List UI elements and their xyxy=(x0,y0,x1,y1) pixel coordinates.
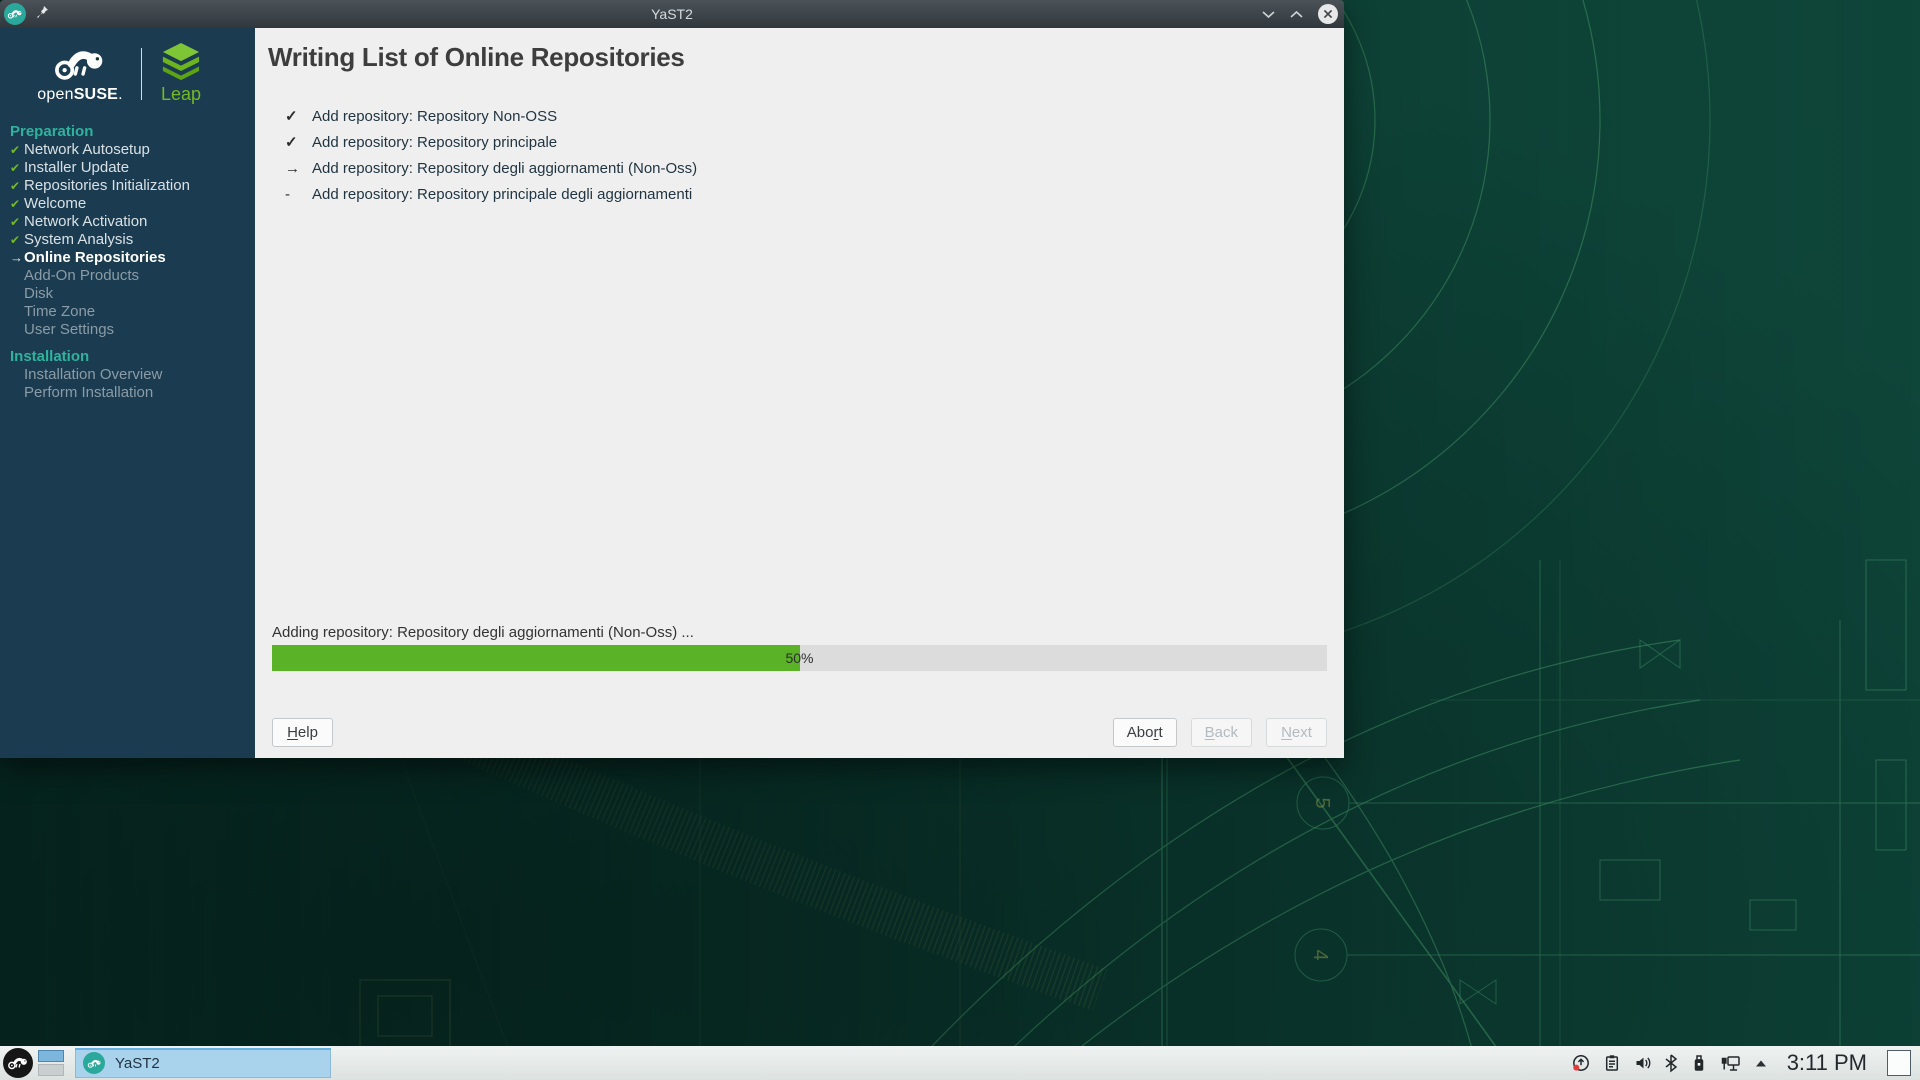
taskbar: YaST2 xyxy=(0,1046,1920,1080)
step-current-arrow-icon: → xyxy=(10,249,24,267)
yast2-window: YaST2 xyxy=(0,0,1344,758)
system-tray: 3:11 PM xyxy=(1571,1050,1920,1076)
task-row: ✓Add repository: Repository principale xyxy=(255,129,1344,155)
step-section-installation: Installation xyxy=(10,348,251,366)
show-desktop-button[interactable] xyxy=(1887,1050,1911,1076)
sidebar-step-welcome: ✔Welcome xyxy=(10,195,251,213)
maximize-button[interactable] xyxy=(1289,10,1304,19)
task-label: Add repository: Repository degli aggiorn… xyxy=(312,160,697,177)
step-label: Welcome xyxy=(24,195,86,213)
wizard-buttons: Help Abort Back Next xyxy=(255,671,1344,758)
opensuse-wordmark: openSUSE. xyxy=(37,86,122,104)
step-label: Repositories Initialization xyxy=(24,177,190,195)
task-done-check-icon: ✓ xyxy=(285,133,312,151)
back-button[interactable]: Back xyxy=(1191,718,1252,747)
task-label: YaST2 xyxy=(115,1055,160,1072)
step-label: Time Zone xyxy=(24,303,95,321)
sidebar-step-time-zone: Time Zone xyxy=(10,303,251,321)
task-done-check-icon: ✓ xyxy=(285,107,312,125)
sidebar-step-disk: Disk xyxy=(10,285,251,303)
bluetooth-icon[interactable] xyxy=(1664,1053,1678,1073)
task-label: Add repository: Repository principale xyxy=(312,134,557,151)
titlebar[interactable]: YaST2 xyxy=(0,0,1344,28)
task-row: -Add repository: Repository principale d… xyxy=(255,181,1344,207)
step-done-check-icon: ✔ xyxy=(10,141,24,159)
step-done-check-icon: ✔ xyxy=(10,231,24,249)
step-label: Network Activation xyxy=(24,213,147,231)
abort-button[interactable]: Abort xyxy=(1113,718,1177,747)
expand-tray-icon[interactable] xyxy=(1753,1057,1769,1069)
step-done-check-icon: ✔ xyxy=(10,177,24,195)
task-list: ✓Add repository: Repository Non-OSS✓Add … xyxy=(255,103,1344,207)
step-label: Installer Update xyxy=(24,159,129,177)
virtual-desktop-pager[interactable] xyxy=(38,1050,64,1076)
progress-bar: 50% xyxy=(272,645,1327,671)
step-label: User Settings xyxy=(24,321,114,339)
brand-area: openSUSE. Leap xyxy=(0,28,255,113)
step-label: Online Repositories xyxy=(24,249,166,267)
task-pending-dash-icon: - xyxy=(285,186,312,203)
sidebar-step-perform-installation: Perform Installation xyxy=(10,384,251,402)
page-title: Writing List of Online Repositories xyxy=(268,42,1344,73)
taskbar-task-yast2[interactable]: YaST2 xyxy=(75,1048,331,1078)
opensuse-logo: openSUSE. xyxy=(36,44,124,104)
sidebar-step-network-autosetup: ✔Network Autosetup xyxy=(10,141,251,159)
sidebar-step-online-repositories: →Online Repositories xyxy=(10,249,251,267)
opensuse-launcher-icon xyxy=(3,1048,33,1078)
progress-percent: 50% xyxy=(272,645,1327,671)
close-button[interactable] xyxy=(1317,3,1339,25)
desktop-2[interactable] xyxy=(38,1064,64,1076)
window-title: YaST2 xyxy=(0,0,1344,28)
wizard-content: Writing List of Online Repositories ✓Add… xyxy=(255,28,1344,758)
sidebar-step-system-analysis: ✔System Analysis xyxy=(10,231,251,249)
task-row: →Add repository: Repository degli aggior… xyxy=(255,155,1344,181)
leap-label: Leap xyxy=(161,84,201,105)
application-launcher-button[interactable] xyxy=(0,1046,36,1080)
step-label: Disk xyxy=(24,285,53,303)
step-label: Network Autosetup xyxy=(24,141,150,159)
minimize-button[interactable] xyxy=(1261,10,1276,19)
sidebar-step-installer-update: ✔Installer Update xyxy=(10,159,251,177)
digital-clock[interactable]: 3:11 PM xyxy=(1787,1050,1867,1076)
step-label: System Analysis xyxy=(24,231,133,249)
sidebar-step-installation-overview: Installation Overview xyxy=(10,366,251,384)
task-label: Add repository: Repository principale de… xyxy=(312,186,692,203)
clipboard-icon[interactable] xyxy=(1602,1053,1622,1073)
step-label: Add-On Products xyxy=(24,267,139,285)
network-icon[interactable] xyxy=(1720,1053,1742,1073)
desktop: 5 4 YaST2 xyxy=(0,0,1920,1080)
usb-device-icon[interactable] xyxy=(1689,1053,1709,1073)
installer-sidebar: openSUSE. Leap Preparation✔Network Autos… xyxy=(0,28,255,758)
sidebar-step-add-on-products: Add-On Products xyxy=(10,267,251,285)
desktop-1-active[interactable] xyxy=(38,1050,64,1062)
step-done-check-icon: ✔ xyxy=(10,159,24,177)
step-done-check-icon: ✔ xyxy=(10,213,24,231)
leap-logo: Leap xyxy=(159,43,203,105)
task-row: ✓Add repository: Repository Non-OSS xyxy=(255,103,1344,129)
sidebar-step-user-settings: User Settings xyxy=(10,321,251,339)
volume-icon[interactable] xyxy=(1633,1053,1653,1073)
progress-block: Adding repository: Repository degli aggi… xyxy=(255,624,1344,671)
step-section-preparation: Preparation xyxy=(10,123,251,141)
progress-label: Adding repository: Repository degli aggi… xyxy=(272,624,1327,641)
help-button[interactable]: Help xyxy=(272,718,333,747)
brand-divider xyxy=(141,48,142,100)
yast-task-icon xyxy=(83,1052,105,1074)
sidebar-step-repositories-initialization: ✔Repositories Initialization xyxy=(10,177,251,195)
task-label: Add repository: Repository Non-OSS xyxy=(312,108,557,125)
software-updates-icon[interactable] xyxy=(1571,1053,1591,1073)
sidebar-step-network-activation: ✔Network Activation xyxy=(10,213,251,231)
install-steps: Preparation✔Network Autosetup✔Installer … xyxy=(0,113,255,402)
step-label: Installation Overview xyxy=(24,366,162,384)
next-button[interactable]: Next xyxy=(1266,718,1327,747)
step-done-check-icon: ✔ xyxy=(10,195,24,213)
step-label: Perform Installation xyxy=(24,384,153,402)
task-current-arrow-icon: → xyxy=(285,160,312,177)
